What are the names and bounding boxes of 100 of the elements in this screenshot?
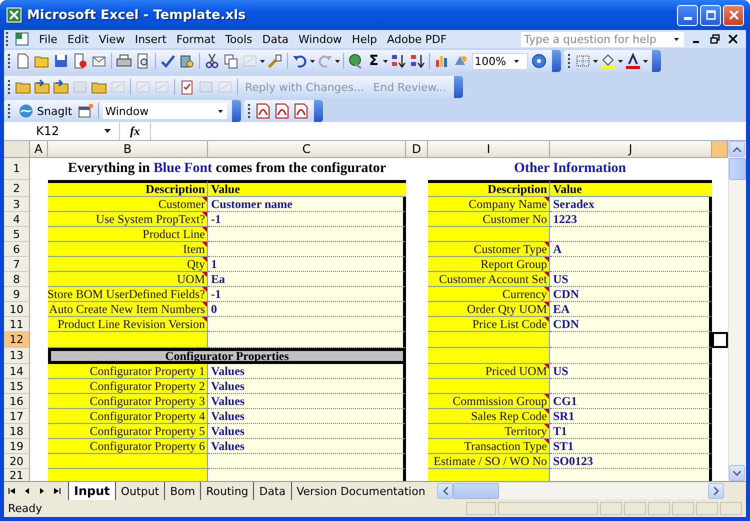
- row-header[interactable]: 9: [4, 287, 30, 302]
- row-header[interactable]: 15: [4, 379, 30, 394]
- minimize-button[interactable]: [677, 4, 698, 26]
- research-icon[interactable]: [179, 53, 195, 69]
- toolbar-grip[interactable]: [568, 54, 570, 68]
- toolbar-options-button[interactable]: [232, 100, 242, 122]
- next-sheet-icon[interactable]: [38, 487, 46, 495]
- menu-item[interactable]: Adobe PDF: [382, 32, 452, 46]
- column-header[interactable]: I: [428, 141, 550, 158]
- menu-item[interactable]: Format: [171, 32, 220, 46]
- sheet-tab[interactable]: Input: [68, 482, 115, 500]
- row-header[interactable]: 18: [4, 424, 30, 439]
- caret-icon[interactable]: [674, 38, 679, 40]
- caret-icon[interactable]: [618, 60, 623, 62]
- restore-icon[interactable]: [710, 34, 720, 44]
- close-button[interactable]: [723, 4, 744, 26]
- row-header[interactable]: 6: [4, 242, 30, 257]
- cut-icon[interactable]: [204, 53, 220, 69]
- column-header[interactable]: C: [208, 141, 406, 158]
- hyperlink-icon[interactable]: [348, 53, 364, 69]
- caret-icon[interactable]: [592, 60, 598, 62]
- sort-descending-icon[interactable]: [408, 53, 425, 69]
- caret-icon[interactable]: [642, 60, 648, 62]
- caret-icon[interactable]: [382, 60, 388, 62]
- close-icon[interactable]: [728, 34, 738, 44]
- undo-icon[interactable]: [292, 53, 308, 69]
- scroll-thumb[interactable]: [729, 158, 746, 180]
- scroll-down-button[interactable]: [729, 465, 745, 481]
- caret-icon[interactable]: [335, 60, 340, 62]
- maximize-button[interactable]: [700, 4, 721, 26]
- row-header[interactable]: 1: [4, 158, 30, 180]
- row-header[interactable]: 10: [4, 302, 30, 317]
- capture-mode-dropdown[interactable]: Window: [103, 103, 228, 119]
- font-color-icon[interactable]: [624, 53, 641, 69]
- horizontal-scrollbar[interactable]: [437, 483, 724, 499]
- menu-item[interactable]: Help: [346, 32, 382, 46]
- pdf-icon[interactable]: [293, 103, 310, 119]
- row-header[interactable]: 3: [4, 197, 30, 212]
- row-header[interactable]: 13: [4, 348, 30, 364]
- menu-item[interactable]: File: [34, 32, 62, 46]
- help-icon[interactable]: [530, 53, 547, 69]
- new-document-icon[interactable]: [15, 53, 31, 69]
- scroll-up-button[interactable]: [729, 141, 745, 157]
- row-header[interactable]: 12: [4, 332, 30, 348]
- caret-icon[interactable]: [104, 129, 111, 133]
- autosum-button[interactable]: Σ: [367, 53, 381, 69]
- row-header[interactable]: 20: [4, 454, 30, 469]
- menu-item[interactable]: Insert: [130, 32, 172, 46]
- column-header[interactable]: A: [30, 141, 48, 158]
- row-header[interactable]: 2: [4, 180, 30, 197]
- toolbar-options-button[interactable]: [454, 76, 464, 98]
- toolbar-options-button[interactable]: [652, 50, 661, 72]
- caret-icon[interactable]: [218, 110, 224, 112]
- row-header[interactable]: 21: [4, 469, 30, 481]
- last-sheet-icon[interactable]: [53, 487, 61, 495]
- previous-sheet-icon[interactable]: [23, 487, 31, 495]
- row-header[interactable]: 7: [4, 257, 30, 272]
- menu-item[interactable]: Window: [294, 32, 347, 46]
- borders-icon[interactable]: [574, 53, 591, 69]
- row-header[interactable]: 14: [4, 364, 30, 379]
- row-header[interactable]: 19: [4, 439, 30, 454]
- caret-icon[interactable]: [514, 60, 520, 62]
- menu-item[interactable]: Edit: [62, 32, 94, 46]
- spelling-icon[interactable]: [160, 53, 176, 69]
- toolbar-grip[interactable]: [248, 104, 250, 118]
- chart-icon[interactable]: [434, 53, 450, 69]
- row-header[interactable]: 11: [4, 317, 30, 332]
- column-header[interactable]: J: [550, 141, 712, 158]
- scroll-thumb[interactable]: [453, 483, 500, 499]
- menu-item[interactable]: Tools: [220, 32, 258, 46]
- workbook-icon[interactable]: [14, 31, 30, 47]
- row-header[interactable]: 16: [4, 394, 30, 409]
- vertical-scrollbar[interactable]: [728, 141, 746, 481]
- row-header[interactable]: 5: [4, 227, 30, 242]
- row-header[interactable]: 17: [4, 409, 30, 424]
- print-icon[interactable]: [116, 53, 132, 69]
- permission-icon[interactable]: [72, 53, 88, 69]
- active-cell[interactable]: [712, 332, 728, 348]
- caret-icon[interactable]: [260, 60, 265, 62]
- checklist-icon[interactable]: [179, 79, 195, 95]
- row-header[interactable]: 8: [4, 272, 30, 287]
- zoom-dropdown[interactable]: 100%: [472, 52, 528, 70]
- toolbar-options-button[interactable]: [552, 50, 561, 72]
- folder-arrow-icon[interactable]: [53, 79, 69, 95]
- sort-ascending-icon[interactable]: [390, 53, 406, 69]
- first-sheet-icon[interactable]: [8, 487, 16, 495]
- column-header[interactable]: D: [406, 141, 428, 158]
- scroll-left-button[interactable]: [437, 483, 454, 499]
- save-icon[interactable]: [53, 53, 69, 69]
- sheet-tab[interactable]: Routing: [200, 482, 254, 500]
- toolbar-options-button[interactable]: [314, 100, 324, 122]
- menu-item[interactable]: Data: [257, 32, 294, 46]
- scroll-right-button[interactable]: [708, 483, 724, 499]
- pdf-icon[interactable]: [274, 103, 290, 119]
- pdf-icon[interactable]: [255, 103, 272, 119]
- name-box[interactable]: K12: [4, 122, 120, 140]
- row-header[interactable]: 4: [4, 212, 30, 227]
- insert-function-button[interactable]: fx: [120, 122, 150, 140]
- help-search-field[interactable]: Type a question for help: [521, 32, 684, 46]
- format-painter-icon[interactable]: [267, 53, 283, 69]
